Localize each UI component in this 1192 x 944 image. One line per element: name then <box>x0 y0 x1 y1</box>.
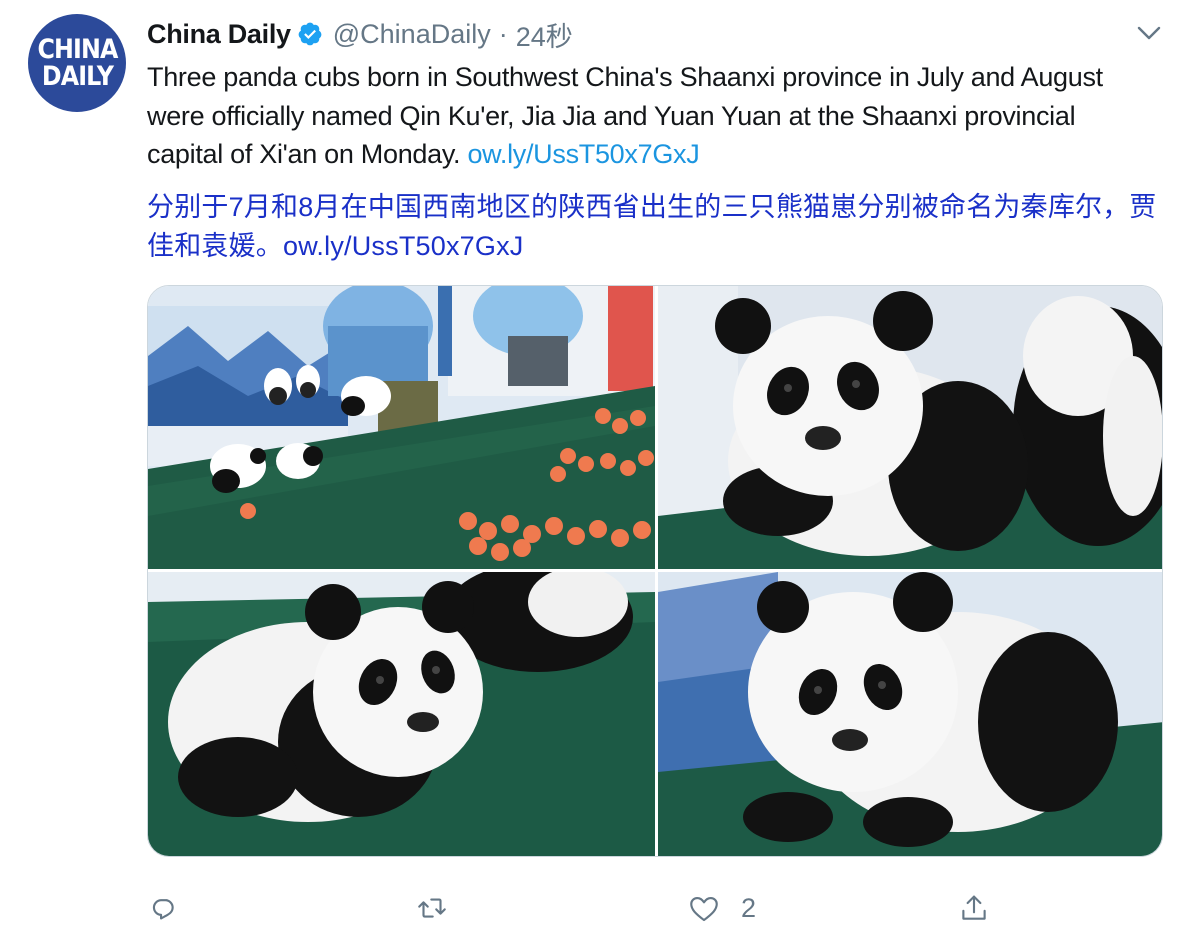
media-photo-2[interactable] <box>658 286 1162 569</box>
panda-ceremony-image <box>148 286 655 569</box>
retweet-button[interactable] <box>415 884 449 932</box>
avatar[interactable]: CHINA DAILY <box>28 14 126 112</box>
retweet-icon <box>418 898 446 918</box>
translation-link[interactable]: ow.ly/UssT50x7GxJ <box>283 231 523 261</box>
like-button[interactable]: 2 <box>687 884 756 932</box>
display-name[interactable]: China Daily <box>147 19 291 50</box>
verified-badge-icon <box>298 22 322 46</box>
reply-icon <box>152 899 174 920</box>
media-photo-1[interactable] <box>148 286 655 569</box>
header-separator: · <box>498 18 508 49</box>
reply-button[interactable] <box>147 884 181 932</box>
user-handle[interactable]: @ChinaDaily <box>333 19 491 50</box>
tweet-link[interactable]: ow.ly/UssT50x7GxJ <box>467 139 699 169</box>
like-count: 2 <box>741 892 757 923</box>
media-grid[interactable] <box>147 285 1163 857</box>
share-icon <box>962 895 986 920</box>
tweet-header: China Daily @ChinaDaily · 24秒 <box>147 14 573 54</box>
tweet-actions: 2 <box>147 884 1163 932</box>
heart-icon <box>690 897 718 922</box>
panda-closeup-image-2 <box>148 572 655 856</box>
avatar-logo-line-2: DAILY <box>41 61 113 92</box>
chevron-down-icon[interactable] <box>1134 20 1164 46</box>
tweet: CHINA DAILY China Daily @ChinaDaily · 24… <box>0 0 1192 944</box>
tweet-translation: 分别于7月和8月在中国西南地区的陕西省出生的三只熊猫崽分别被命名为秦库尔，贾佳和… <box>147 188 1157 265</box>
panda-closeup-image-1 <box>658 286 1162 569</box>
tweet-timestamp[interactable]: 24秒 <box>516 15 573 54</box>
tweet-text: Three panda cubs born in Southwest China… <box>147 58 1157 174</box>
avatar-logo-line-1: CHINA <box>36 34 118 65</box>
share-button[interactable] <box>957 884 991 932</box>
panda-closeup-image-3 <box>658 572 1162 856</box>
media-photo-3[interactable] <box>148 572 655 856</box>
media-photo-4[interactable] <box>658 572 1162 856</box>
